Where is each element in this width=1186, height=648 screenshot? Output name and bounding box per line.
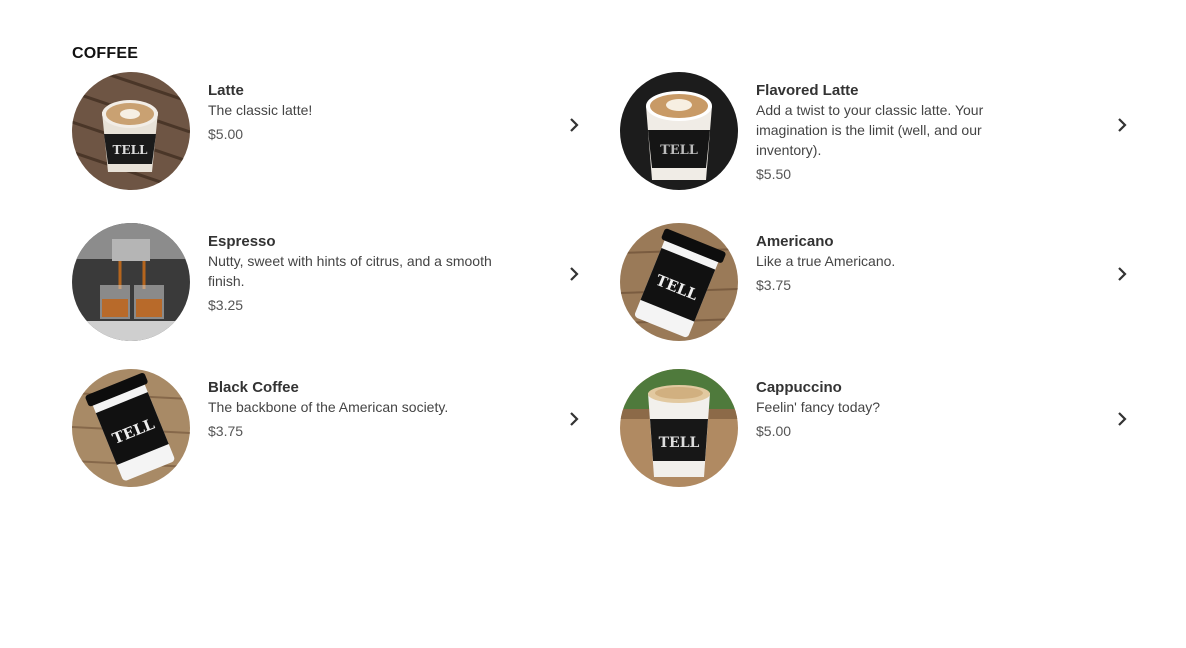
svg-text:TELL: TELL bbox=[659, 435, 700, 451]
espresso-image bbox=[72, 223, 190, 341]
item-price: $3.75 bbox=[208, 423, 244, 439]
item-price: $5.00 bbox=[756, 423, 792, 439]
chevron-right-icon[interactable] bbox=[1114, 411, 1130, 427]
coffee-section: COFFEE TELL Latte The classic latte! $5.… bbox=[72, 44, 1132, 487]
cappuccino-image: TELL bbox=[620, 369, 738, 487]
item-description: The classic latte! bbox=[208, 102, 313, 118]
item-name: Flavored Latte bbox=[756, 82, 859, 99]
black-coffee-image: TELL bbox=[72, 369, 190, 487]
chevron-right-icon[interactable] bbox=[566, 117, 582, 133]
item-description: Like a true Americano. bbox=[756, 253, 896, 269]
item-description: Nutty, sweet with hints of citrus, and a… bbox=[208, 253, 492, 289]
item-price: $5.00 bbox=[208, 126, 244, 142]
chevron-right-icon[interactable] bbox=[1114, 117, 1130, 133]
item-name: Black Coffee bbox=[208, 379, 299, 396]
svg-text:TELL: TELL bbox=[113, 143, 149, 157]
latte-image: TELL bbox=[72, 72, 190, 190]
section-title: COFFEE bbox=[72, 45, 139, 62]
flavored-latte-image: TELL bbox=[620, 72, 738, 190]
item-price: $3.25 bbox=[208, 297, 244, 313]
item-description: Add a twist to your classic latte. Your … bbox=[756, 102, 984, 158]
menu-item-latte[interactable]: TELL Latte The classic latte! $5.00 bbox=[72, 72, 582, 192]
menu-item-flavored-latte[interactable]: TELL Flavored Latte Add a twist to your … bbox=[620, 72, 1130, 192]
menu-item-americano[interactable]: TELL Americano Like a true Americano. $3… bbox=[620, 223, 1130, 343]
item-name: Americano bbox=[756, 233, 834, 250]
menu-item-black-coffee[interactable]: TELL Black Coffee The backbone of the Am… bbox=[72, 369, 582, 489]
menu-item-espresso[interactable]: Espresso Nutty, sweet with hints of citr… bbox=[72, 223, 582, 343]
item-price: $5.50 bbox=[756, 166, 792, 182]
svg-text:TELL: TELL bbox=[660, 143, 698, 158]
chevron-right-icon[interactable] bbox=[566, 411, 582, 427]
item-name: Latte bbox=[208, 82, 244, 99]
menu-item-cappuccino[interactable]: TELL Cappuccino Feelin' fancy today? $5.… bbox=[620, 369, 1130, 489]
item-description: Feelin' fancy today? bbox=[756, 399, 881, 415]
item-name: Cappuccino bbox=[756, 379, 842, 396]
americano-image: TELL bbox=[620, 223, 738, 341]
chevron-right-icon[interactable] bbox=[566, 266, 582, 282]
item-price: $3.75 bbox=[756, 277, 792, 293]
item-name: Espresso bbox=[208, 233, 276, 250]
chevron-right-icon[interactable] bbox=[1114, 266, 1130, 282]
item-description: The backbone of the American society. bbox=[208, 399, 449, 415]
